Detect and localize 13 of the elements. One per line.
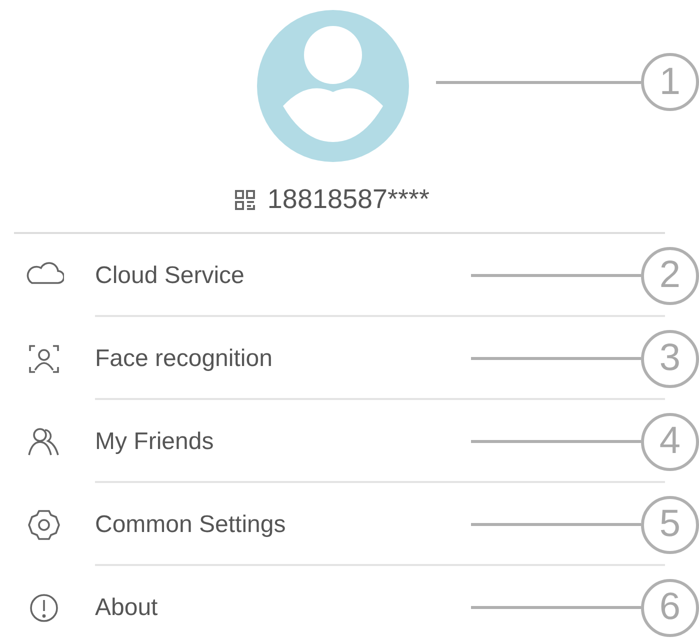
callout-number: 5 — [641, 496, 699, 554]
menu-label: About — [95, 594, 158, 622]
menu-label: Cloud Service — [95, 262, 244, 290]
callout-number: 4 — [641, 412, 699, 470]
menu-label: Face recognition — [95, 344, 272, 372]
callout-number: 3 — [641, 330, 699, 388]
callout-number: 2 — [641, 246, 699, 304]
callout-number: 6 — [641, 578, 699, 636]
callout-number: 1 — [641, 53, 699, 111]
menu-label: Common Settings — [95, 510, 286, 538]
menu-label: My Friends — [95, 428, 214, 456]
qr-code-icon[interactable] — [235, 190, 256, 210]
account-number: 18818587**** — [267, 184, 430, 215]
